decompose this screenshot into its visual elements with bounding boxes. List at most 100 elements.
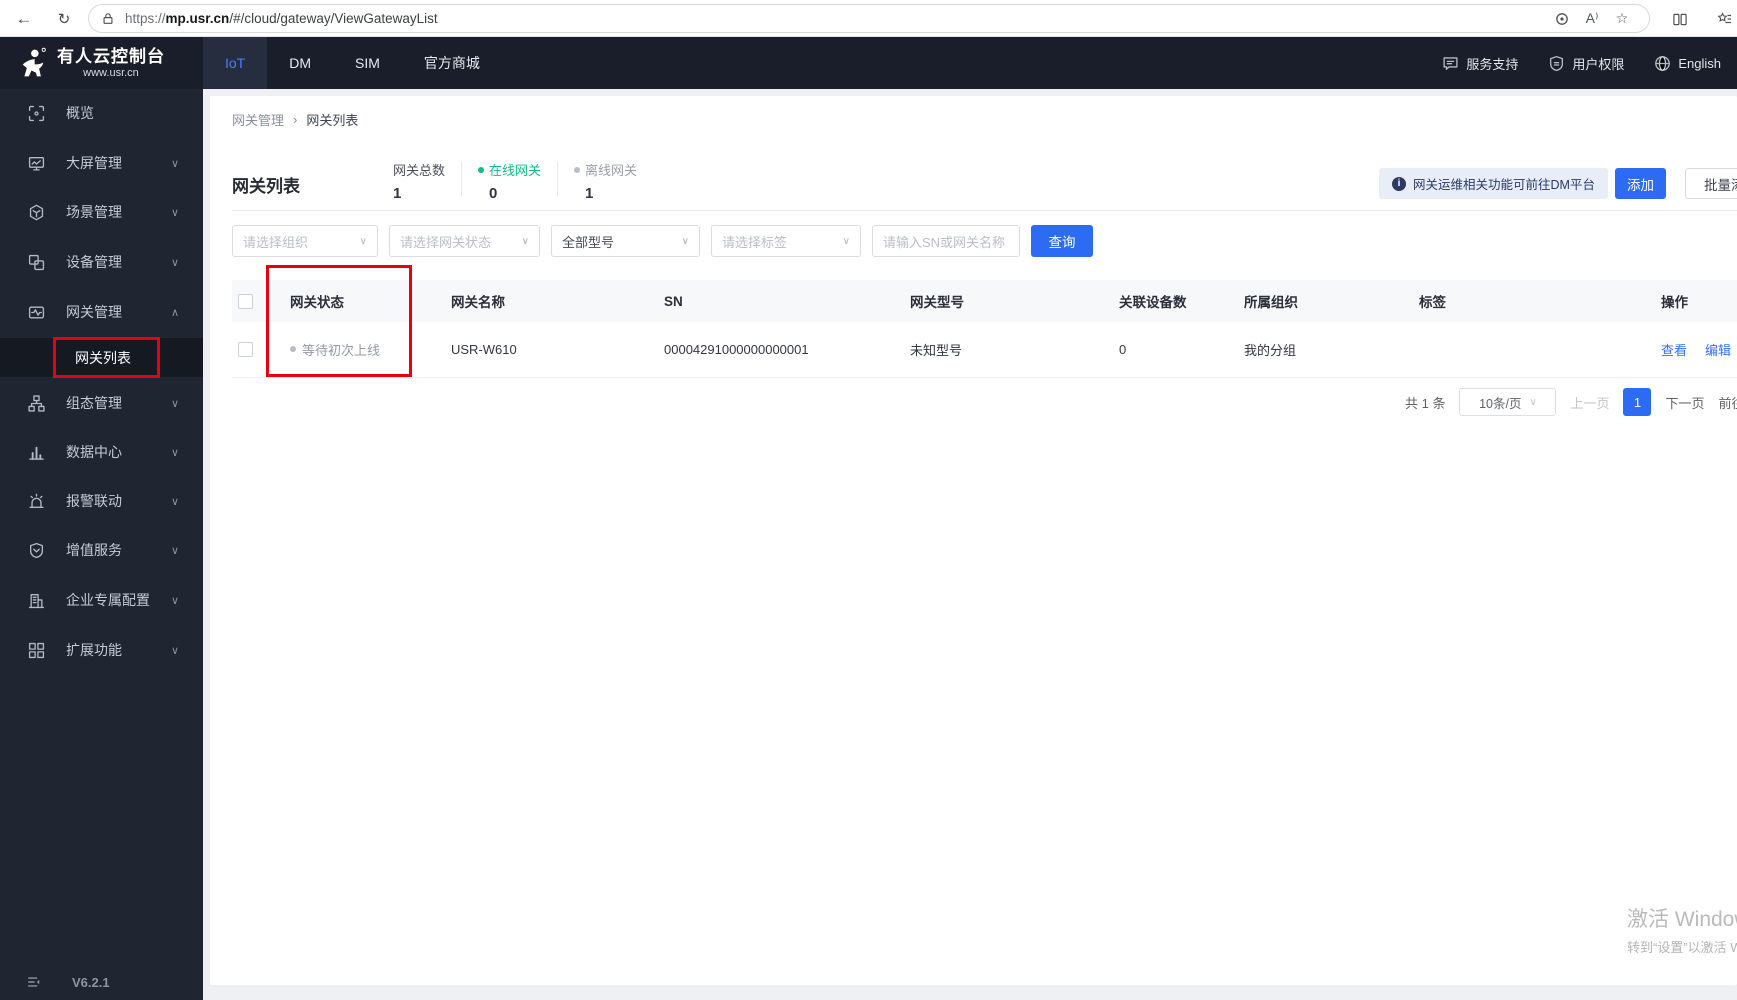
gateway-icon [28, 306, 45, 318]
model-select[interactable]: 全部型号 ∨ [551, 225, 700, 257]
sidebar-item-data-center[interactable]: 数据中心 ∨ [0, 432, 203, 472]
cell-org: 我的分组 [1244, 322, 1419, 378]
chevron-down-icon: ∨ [681, 235, 689, 247]
address-bar[interactable]: https://mp.usr.cn/#/cloud/gateway/ViewGa… [88, 4, 1650, 33]
watermark-line1: 激活 Windows [1627, 908, 1737, 931]
view-link[interactable]: 查看 [1661, 340, 1687, 359]
tab-iot[interactable]: IoT [203, 37, 268, 89]
browser-refresh-icon[interactable]: ↻ [50, 5, 78, 33]
content-card: 网关管理 › 网关列表 网关列表 网关总数 1 在线网关 0 离线网关 1 i … [210, 96, 1737, 985]
sidebar-collapse-icon[interactable] [26, 975, 42, 989]
col-gateway-model: 网关型号 [910, 280, 1119, 322]
sidebar-item-extensions[interactable]: 扩展功能 ∨ [0, 630, 203, 670]
online-dot-icon [478, 166, 485, 173]
col-gateway-name: 网关名称 [451, 280, 664, 322]
watermark-line2: 转到“设置”以激活 Windows [1627, 940, 1737, 955]
pagination: 共 1 条 10条/页 ∨ 上一页 1 下一页 前往 [1405, 388, 1737, 416]
user-permissions[interactable]: 用户权限 [1548, 54, 1624, 73]
stat-online-label: 在线网关 [489, 163, 542, 178]
status-dot-icon [290, 346, 296, 353]
sidebar-item-gateway-mgmt[interactable]: 网关管理 ∧ [0, 292, 203, 332]
query-button[interactable]: 查询 [1031, 225, 1093, 257]
row-checkbox[interactable] [238, 341, 253, 357]
sidebar-item-screen-mgmt[interactable]: 大屏管理 ∨ [0, 143, 203, 183]
badge-shield-icon [29, 542, 44, 558]
service-support-label: 服务支持 [1466, 56, 1519, 72]
search-placeholder: 请输入SN或网关名称 [883, 234, 1006, 250]
col-tag: 标签 [1419, 280, 1661, 322]
read-aloud-icon[interactable]: A⁾ [1577, 7, 1607, 31]
sidebar-item-gateway-list[interactable]: 网关列表 [0, 338, 203, 377]
stat-total-value: 1 [393, 185, 402, 202]
chevron-down-icon: ∨ [170, 594, 179, 607]
edit-link[interactable]: 编辑 [1705, 340, 1731, 359]
org-select[interactable]: 请选择组织 ∨ [232, 225, 378, 257]
sidebar-item-value-added-services[interactable]: 增值服务 ∨ [0, 530, 203, 570]
sidebar-item-alarm-linkage[interactable]: 报警联动 ∨ [0, 481, 203, 521]
grid-icon [28, 642, 45, 658]
tab-sim[interactable]: SIM [333, 37, 402, 89]
next-page-button[interactable]: 下一页 [1665, 393, 1704, 412]
org-select-placeholder: 请选择组织 [243, 234, 309, 250]
service-support[interactable]: 服务支持 [1442, 54, 1518, 73]
dm-platform-notice: i 网关运维相关功能可前往DM平台 [1379, 168, 1608, 199]
sidebar-item-scene-mgmt[interactable]: 场景管理 ∨ [0, 192, 203, 232]
batch-add-button[interactable]: 批量添加 [1685, 168, 1737, 199]
cell-model: 未知型号 [910, 322, 1119, 378]
select-all-checkbox[interactable] [238, 293, 253, 309]
device-icon [28, 254, 45, 270]
table-header-row: 网关状态 网关名称 SN 网关型号 关联设备数 所属组织 标签 操作 [232, 280, 1737, 322]
goto-page-label: 前往 [1718, 395, 1737, 411]
logo-title: 有人云控制台 [57, 47, 165, 66]
model-select-value: 全部型号 [562, 234, 615, 250]
app-version: V6.2.1 [72, 974, 110, 990]
current-page-button[interactable]: 1 [1623, 388, 1652, 416]
cell-tag [1419, 322, 1661, 378]
add-gateway-button[interactable]: 添加 [1615, 168, 1666, 199]
header-divider [232, 210, 1737, 211]
split-screen-icon[interactable] [1665, 6, 1695, 32]
stat-divider [557, 162, 559, 196]
sidebar-item-overview[interactable]: 概览 [0, 93, 203, 133]
prev-page-button[interactable]: 上一页 [1570, 393, 1609, 412]
collections-icon[interactable] [1708, 6, 1737, 32]
breadcrumb-parent[interactable]: 网关管理 [232, 110, 284, 129]
favorite-star-icon[interactable]: ☆ [1607, 7, 1637, 31]
platform-tabs: IoT DM SIM 官方商城 [203, 37, 502, 89]
globe-icon [1655, 55, 1671, 71]
browser-toolbar: ← ↻ https://mp.usr.cn/#/cloud/gateway/Vi… [0, 0, 1737, 37]
info-icon: i [1392, 176, 1406, 191]
breadcrumb: 网关管理 › 网关列表 [232, 110, 358, 129]
stat-divider [461, 162, 463, 196]
top-navigation: 有人云控制台 www.usr.cn IoT DM SIM 官方商城 服务支持 用… [0, 37, 1737, 89]
page-title: 网关列表 [232, 177, 300, 196]
chevron-down-icon: ∨ [170, 495, 179, 508]
col-organization: 所属组织 [1244, 280, 1419, 322]
chevron-down-icon: ∨ [170, 446, 179, 459]
chevron-down-icon: ∨ [170, 256, 179, 269]
sidebar-item-device-mgmt[interactable]: 设备管理 ∨ [0, 242, 203, 282]
cell-status: 等待初次上线 [302, 342, 381, 358]
shield-icon [1550, 55, 1564, 71]
location-icon[interactable] [1547, 7, 1577, 31]
chevron-down-icon: ∨ [359, 235, 367, 247]
stat-offline-value: 1 [585, 185, 594, 202]
language-label: English [1678, 55, 1721, 71]
tab-dm[interactable]: DM [267, 37, 333, 89]
tab-official-store[interactable]: 官方商城 [402, 37, 502, 89]
brand-logo[interactable]: 有人云控制台 www.usr.cn [0, 37, 203, 89]
chevron-down-icon: ∨ [842, 235, 850, 247]
sn-search-input[interactable]: 请输入SN或网关名称 [872, 225, 1020, 257]
page-size-select[interactable]: 10条/页 ∨ [1459, 388, 1557, 416]
sidebar-item-enterprise-config[interactable]: 企业专属配置 ∨ [0, 580, 203, 620]
browser-back-icon[interactable]: ← [10, 5, 38, 33]
stat-offline-label: 离线网关 [585, 163, 638, 178]
gateway-status-select[interactable]: 请选择网关状态 ∨ [389, 225, 540, 257]
col-linked-devices: 关联设备数 [1119, 280, 1244, 322]
stat-offline: 离线网关 1 [574, 160, 637, 202]
sidebar-item-configuration-mgmt[interactable]: 组态管理 ∨ [0, 383, 203, 423]
offline-dot-icon [574, 166, 581, 173]
language-switch[interactable]: English [1654, 55, 1721, 72]
tag-select[interactable]: 请选择标签 ∨ [711, 225, 861, 257]
chevron-down-icon: ∨ [170, 544, 179, 557]
